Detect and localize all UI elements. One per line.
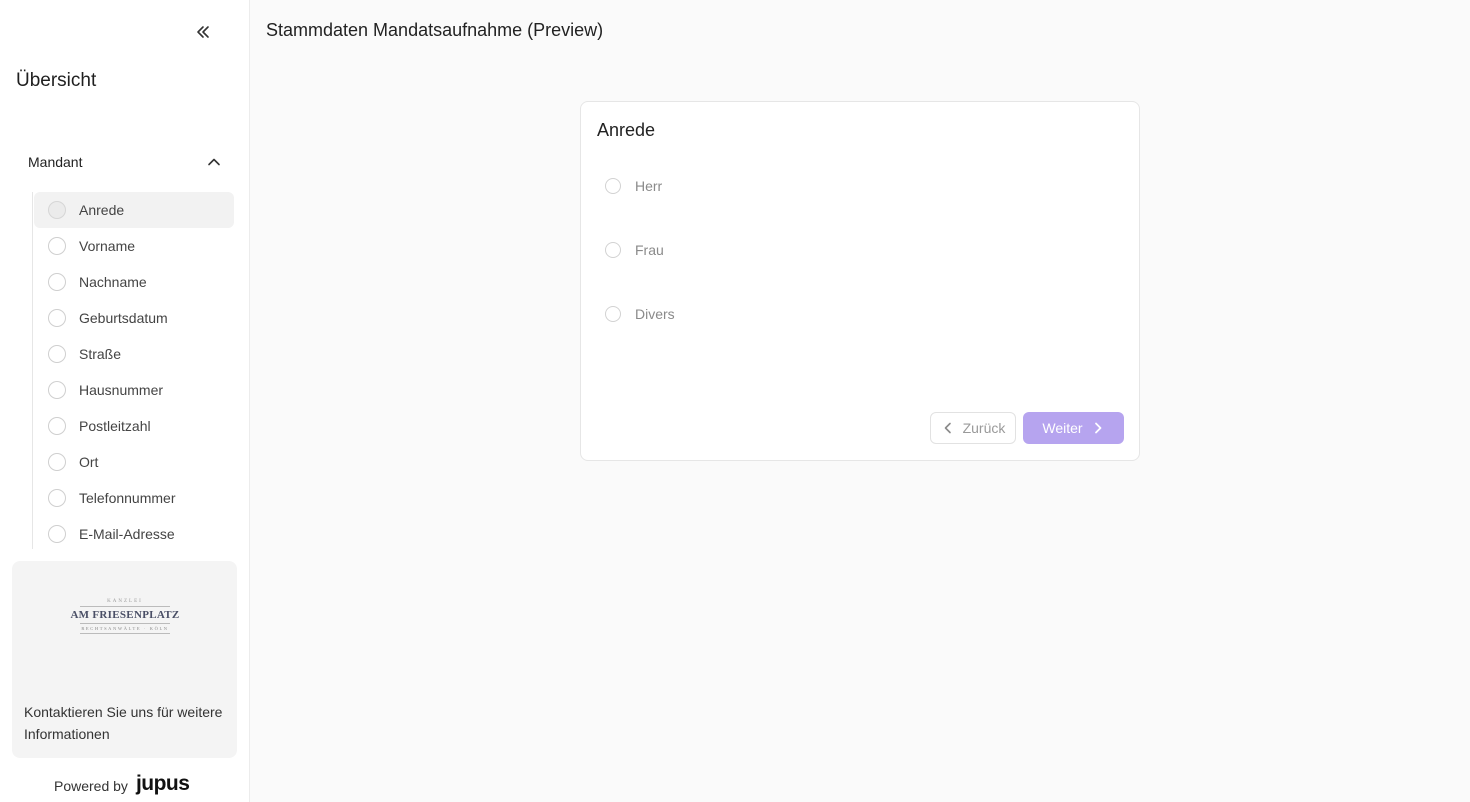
status-circle-icon: [48, 525, 66, 543]
option-label: Divers: [635, 306, 675, 322]
radio-button[interactable]: [605, 178, 621, 194]
back-button[interactable]: Zurück: [930, 412, 1016, 444]
powered-by: Powered by jupus: [54, 773, 190, 796]
sidebar-item-label: Postleitzahl: [79, 418, 151, 434]
back-button-label: Zurück: [962, 420, 1006, 436]
status-circle-icon: [48, 201, 66, 219]
sidebar: Übersicht Mandant Anrede Vorname Nachnam…: [0, 0, 250, 802]
powered-by-prefix: Powered by: [54, 777, 128, 794]
status-circle-icon: [48, 237, 66, 255]
chevron-left-icon: [944, 422, 951, 434]
logo-name: AM FRIESENPLATZ: [70, 609, 180, 621]
sidebar-item-label: Geburtsdatum: [79, 310, 168, 326]
sidebar-item-label: Straße: [79, 346, 122, 362]
sidebar-item-label: Ort: [79, 454, 99, 470]
sidebar-item-nachname[interactable]: Nachname: [34, 264, 234, 300]
kanzlei-logo: KANZLEI AM FRIESENPLATZ RECHTSANWÄLTE · …: [70, 599, 180, 653]
question-title: Anrede: [597, 120, 656, 140]
next-button-label: Weiter: [1042, 420, 1083, 436]
sidebar-item-email[interactable]: E-Mail-Adresse: [34, 516, 234, 552]
sidebar-item-label: Vorname: [79, 238, 136, 254]
sidebar-item-label: E-Mail-Adresse: [79, 526, 175, 542]
logo-sub-text: RECHTSANWÄLTE · KÖLN: [81, 626, 169, 631]
nav-list: Anrede Vorname Nachname Geburtsdatum Str…: [32, 192, 234, 549]
jupus-logo[interactable]: jupus: [136, 773, 190, 794]
sidebar-item-hausnummer[interactable]: Hausnummer: [34, 372, 234, 408]
status-circle-icon: [48, 273, 66, 291]
contact-text: Kontaktieren Sie uns für weitere Informa…: [24, 704, 223, 742]
contact-box: KANZLEI AM FRIESENPLATZ RECHTSANWÄLTE · …: [12, 561, 237, 758]
page-title: Stammdaten Mandatsaufnahme (Preview): [266, 20, 604, 40]
radio-button[interactable]: [605, 242, 621, 258]
option-label: Herr: [635, 178, 663, 194]
sidebar-item-label: Nachname: [79, 274, 147, 290]
option-label: Frau: [635, 242, 664, 258]
logo-rule: [80, 633, 170, 634]
sidebar-item-label: Anrede: [79, 202, 125, 218]
status-circle-icon: [48, 453, 66, 471]
sidebar-item-label: Telefonnummer: [79, 490, 176, 506]
logo-top-text: KANZLEI: [107, 599, 143, 604]
group-label: Mandant: [28, 154, 83, 170]
status-circle-icon: [48, 417, 66, 435]
sidebar-item-ort[interactable]: Ort: [34, 444, 234, 480]
chevron-right-icon: [1094, 422, 1101, 434]
group-header-mandant[interactable]: Mandant: [16, 146, 234, 178]
logo-rule: [80, 606, 170, 607]
status-circle-icon: [48, 489, 66, 507]
sidebar-item-anrede[interactable]: Anrede: [34, 192, 234, 228]
sidebar-item-geburtsdatum[interactable]: Geburtsdatum: [34, 300, 234, 336]
sidebar-title: Übersicht: [16, 70, 97, 91]
sidebar-item-vorname[interactable]: Vorname: [34, 228, 234, 264]
collapse-sidebar-button[interactable]: [190, 20, 216, 44]
sidebar-item-label: Hausnummer: [79, 382, 164, 398]
status-circle-icon: [48, 381, 66, 399]
option-divers[interactable]: Divers: [605, 302, 675, 326]
sidebar-item-telefonnummer[interactable]: Telefonnummer: [34, 480, 234, 516]
question-card: Anrede Herr Frau Divers Zurück Weiter: [580, 101, 1140, 461]
sidebar-item-postleitzahl[interactable]: Postleitzahl: [34, 408, 234, 444]
sidebar-item-strasse[interactable]: Straße: [34, 336, 234, 372]
radio-button[interactable]: [605, 306, 621, 322]
logo-rule: [80, 623, 170, 624]
next-button[interactable]: Weiter: [1023, 412, 1124, 444]
status-circle-icon: [48, 345, 66, 363]
option-herr[interactable]: Herr: [605, 174, 662, 198]
status-circle-icon: [48, 309, 66, 327]
double-chevron-left-icon: [197, 26, 209, 38]
option-frau[interactable]: Frau: [605, 238, 664, 262]
chevron-up-icon: [208, 158, 220, 166]
